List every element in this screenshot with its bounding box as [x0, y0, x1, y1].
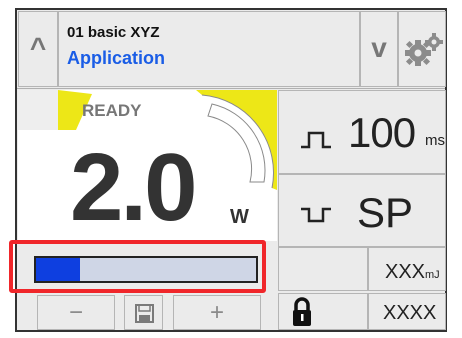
pulse-time-button[interactable]: 100 ms	[278, 90, 446, 174]
power-unit: W	[230, 206, 249, 228]
decrease-button[interactable]: −	[37, 295, 115, 330]
progress-highlight	[9, 240, 266, 293]
pulse-time-unit: ms	[425, 132, 445, 149]
pulse-mode-label: SP	[357, 189, 414, 236]
save-button[interactable]	[124, 295, 163, 330]
lock-button[interactable]	[278, 293, 368, 330]
next-program-button[interactable]: v	[360, 11, 398, 87]
program-name: 01 basic XYZ	[67, 24, 160, 41]
previous-program-button[interactable]: ^	[18, 11, 58, 87]
application-label: Application	[67, 48, 165, 68]
pulse-time-value: 100	[348, 109, 416, 156]
gears-icon	[405, 33, 443, 66]
energy-value: XXX	[385, 261, 426, 283]
status-strip	[18, 90, 58, 130]
power-value: 2.0	[70, 134, 197, 241]
minus-icon: −	[68, 299, 83, 326]
status-label: READY	[82, 101, 142, 120]
chevron-up-icon: ^	[29, 32, 47, 63]
settings-button[interactable]	[398, 11, 446, 87]
square-pulse-icon	[301, 131, 331, 149]
padlock-icon	[293, 297, 311, 326]
energy-cell: XXX mJ	[368, 247, 446, 291]
chevron-down-icon: v	[371, 32, 387, 63]
increase-button[interactable]: +	[173, 295, 261, 330]
device-screen: ^ 01 basic XYZ Application v READY 2.0 W…	[9, 8, 447, 332]
energy-unit: mJ	[425, 269, 440, 281]
program-header: 01 basic XYZ Application	[58, 11, 360, 87]
pulse-mode-button[interactable]: SP	[278, 174, 446, 247]
power-display: READY 2.0 W	[18, 90, 277, 241]
plus-icon: +	[209, 299, 224, 326]
empty-cell	[278, 247, 368, 291]
header-divider	[17, 88, 445, 89]
counter-cell: XXXX	[368, 293, 446, 330]
inverted-pulse-icon	[301, 207, 331, 223]
floppy-disk-icon	[135, 304, 154, 323]
counter-value: XXXX	[383, 302, 437, 324]
